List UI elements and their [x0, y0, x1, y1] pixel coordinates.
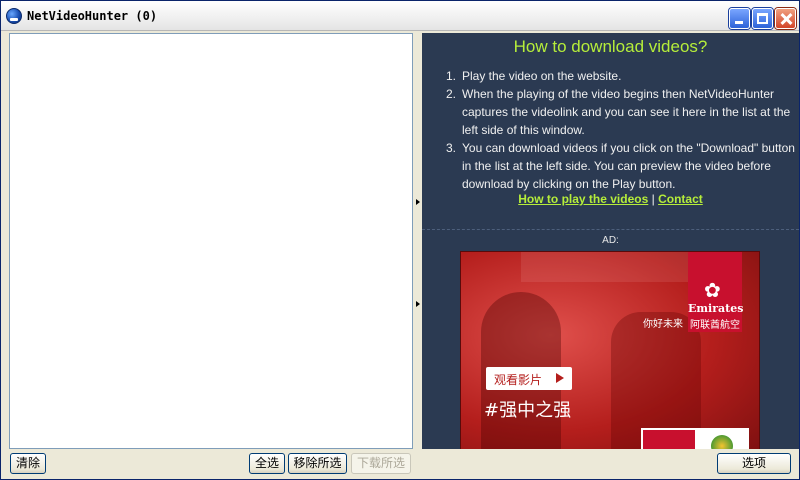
step-text: When the playing of the video begins the…: [462, 87, 791, 137]
help-steps: 1. Play the video on the website. 2. Whe…: [446, 67, 798, 193]
divider: [422, 229, 799, 230]
title-bar[interactable]: NetVideoHunter (0): [1, 1, 799, 31]
ad-background-shape: [521, 252, 701, 282]
panel-splitter[interactable]: [415, 33, 421, 449]
app-window: NetVideoHunter (0) How to download video…: [0, 0, 800, 480]
help-step: 1. Play the video on the website.: [446, 67, 798, 85]
close-icon[interactable]: [775, 8, 796, 29]
ad-brand-en: Emirates: [688, 302, 744, 315]
play-icon: [556, 373, 564, 383]
options-button[interactable]: 选项: [717, 453, 791, 474]
maximize-icon[interactable]: [752, 8, 773, 29]
step-number: 1.: [446, 69, 457, 83]
ad-hashtag: #强中之强: [484, 400, 572, 421]
emirates-small-logo-icon: [643, 430, 695, 449]
video-list[interactable]: [9, 33, 413, 449]
ad-brand-cn: 阿联酋航空: [690, 320, 740, 331]
step-number: 2.: [446, 87, 457, 101]
window-title: NetVideoHunter (0): [27, 9, 158, 23]
select-all-button[interactable]: 全选: [249, 453, 285, 474]
step-text: You can download videos if you click on …: [462, 141, 795, 191]
partner-badge-icon: [711, 435, 733, 449]
contact-link[interactable]: Contact: [658, 192, 703, 206]
download-selected-button[interactable]: 下载所选: [351, 453, 411, 474]
ad-partner-logos: [641, 428, 749, 449]
ad-cta-label: 观看影片: [494, 373, 543, 387]
ad-watch-button[interactable]: 观看影片: [486, 367, 572, 390]
how-to-play-link[interactable]: How to play the videos: [518, 192, 648, 206]
step-number: 3.: [446, 141, 457, 155]
ad-brand-logo: ✿ Emirates 阿联酋航空: [688, 252, 744, 332]
step-text: Play the video on the website.: [462, 69, 622, 83]
link-separator: |: [648, 192, 659, 206]
splitter-arrow-icon[interactable]: [416, 199, 420, 205]
ad-label: AD:: [602, 235, 619, 246]
minimize-icon[interactable]: [729, 8, 750, 29]
splitter-arrow-icon[interactable]: [416, 301, 420, 307]
help-step: 2. When the playing of the video begins …: [446, 85, 798, 139]
help-step: 3. You can download videos if you click …: [446, 139, 798, 193]
emirates-calligraphy-icon: ✿: [704, 278, 721, 302]
ad-banner[interactable]: ✿ Emirates 阿联酋航空 你好未来 观看影片 #强中之强: [460, 251, 760, 449]
help-links: How to play the videos | Contact: [422, 192, 799, 206]
help-title: How to download videos?: [513, 37, 708, 56]
clear-button[interactable]: 清除: [10, 453, 46, 474]
ad-tagline: 你好未来: [643, 319, 683, 330]
help-panel: How to download videos? 1. Play the vide…: [422, 33, 799, 449]
app-logo-icon[interactable]: [6, 8, 22, 24]
remove-selected-button[interactable]: 移除所选: [288, 453, 347, 474]
